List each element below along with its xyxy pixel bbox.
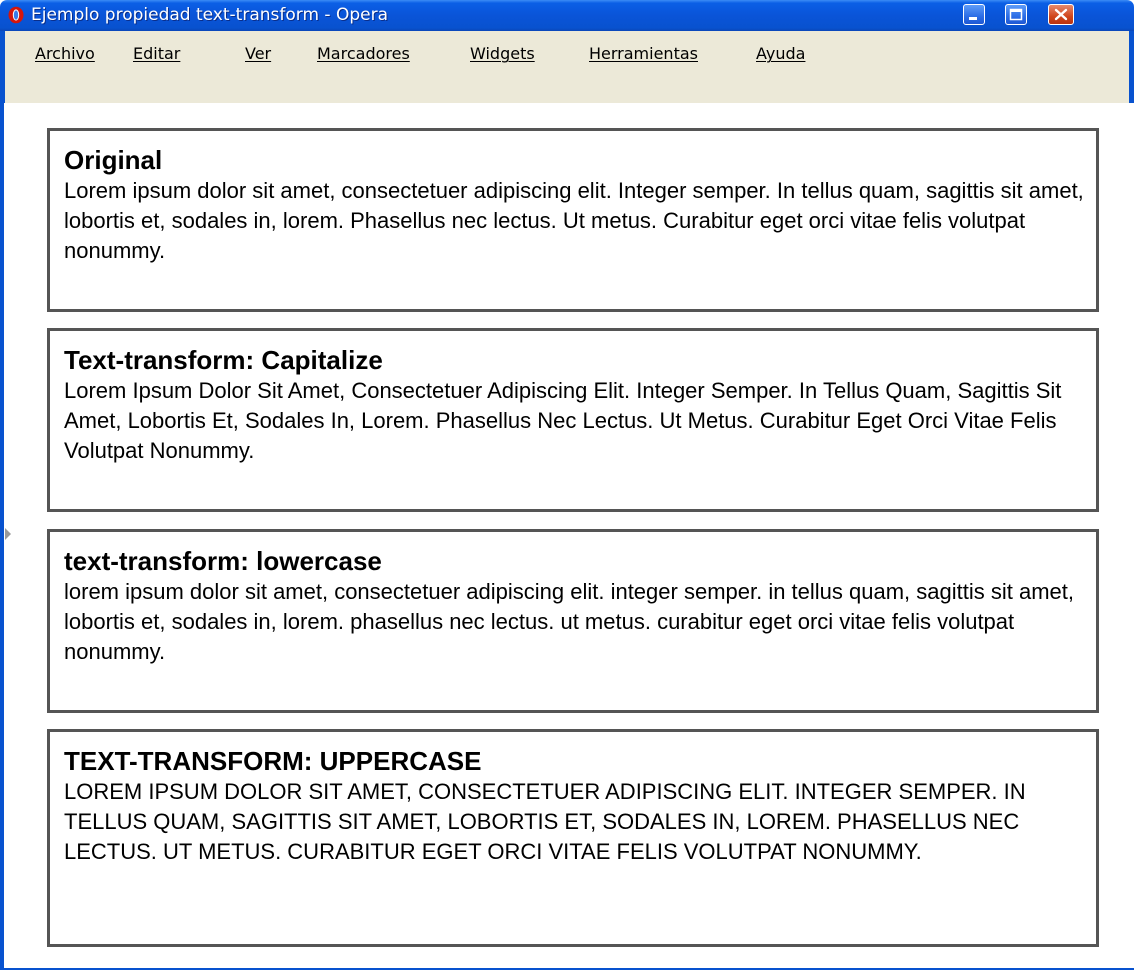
section-heading: Text-transform: Capitalize bbox=[64, 345, 383, 375]
menu-marcadores[interactable]: Marcadores bbox=[317, 44, 410, 63]
section-original: Original Lorem ipsum dolor sit amet, con… bbox=[47, 128, 1099, 312]
section-text: lorem ipsum dolor sit amet, consectetuer… bbox=[64, 579, 1075, 664]
section-heading: Original bbox=[64, 145, 163, 175]
section-capitalize: Text-transform: Capitalize Lorem Ipsum D… bbox=[47, 328, 1099, 512]
panel-toggle-arrow-icon[interactable] bbox=[5, 528, 11, 540]
section-lowercase: text-transform: lowercase lorem ipsum do… bbox=[47, 529, 1099, 713]
menu-editar[interactable]: Editar bbox=[133, 44, 180, 63]
section-text: Lorem Ipsum Dolor Sit Amet, Consectetuer… bbox=[64, 378, 1062, 463]
opera-icon bbox=[7, 6, 25, 24]
minimize-button[interactable] bbox=[963, 4, 985, 25]
close-icon bbox=[1054, 8, 1068, 21]
section-text: LOREM IPSUM DOLOR SIT AMET, CONSECTETUER… bbox=[64, 779, 1026, 864]
window-left-border bbox=[0, 103, 4, 970]
menu-ayuda[interactable]: Ayuda bbox=[756, 44, 805, 63]
browser-window: Ejemplo propiedad text-transform - Opera… bbox=[0, 0, 1134, 970]
title-bar[interactable]: Ejemplo propiedad text-transform - Opera bbox=[0, 0, 1134, 31]
window-title: Ejemplo propiedad text-transform - Opera bbox=[31, 5, 388, 25]
menu-herramientas[interactable]: Herramientas bbox=[589, 44, 698, 63]
section-uppercase: TEXT-TRANSFORM: UPPERCASE LOREM IPSUM DO… bbox=[47, 729, 1099, 947]
section-text: Lorem ipsum dolor sit amet, consectetuer… bbox=[64, 178, 1084, 263]
close-button[interactable] bbox=[1048, 4, 1074, 25]
menu-ver[interactable]: Ver bbox=[245, 44, 271, 63]
minimize-icon bbox=[969, 17, 977, 20]
section-heading: text-transform: lowercase bbox=[64, 546, 382, 576]
menu-bar: Archivo Editar Ver Marcadores Widgets He… bbox=[0, 31, 1134, 103]
menu-widgets[interactable]: Widgets bbox=[470, 44, 535, 63]
maximize-icon bbox=[1009, 8, 1023, 21]
section-heading: TEXT-TRANSFORM: UPPERCASE bbox=[64, 746, 482, 776]
menu-archivo[interactable]: Archivo bbox=[35, 44, 95, 63]
page-content: Original Lorem ipsum dolor sit amet, con… bbox=[0, 103, 1134, 968]
maximize-button[interactable] bbox=[1005, 4, 1027, 25]
